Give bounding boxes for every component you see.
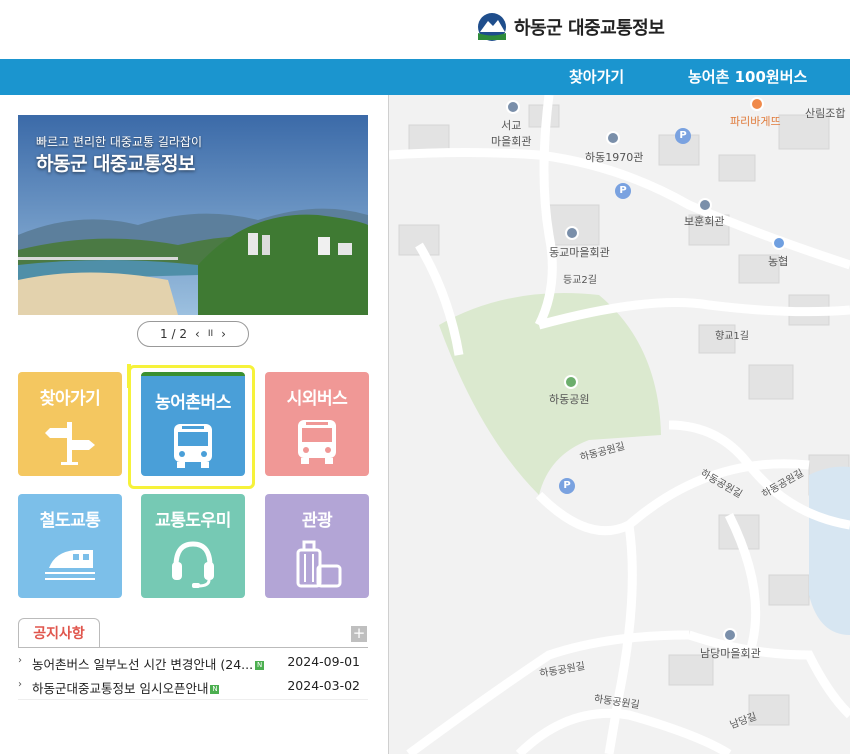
pause-button[interactable]: II bbox=[208, 329, 213, 339]
bank-icon[interactable] bbox=[772, 236, 786, 250]
parking-icon[interactable]: P bbox=[615, 183, 631, 199]
tile-label: 찾아가기 bbox=[39, 389, 101, 409]
tile-intercity-bus[interactable]: 시외버스 bbox=[265, 372, 369, 476]
map-label: 동교마을회관 bbox=[549, 246, 610, 259]
headset-icon bbox=[172, 541, 214, 588]
map-label: 서교 마을회관 bbox=[491, 119, 532, 148]
mountain-logo-icon bbox=[478, 13, 506, 41]
notice-date: 2024-09-01 bbox=[287, 654, 360, 669]
new-badge-icon: N bbox=[255, 661, 265, 670]
tile-find-route[interactable]: 찾아가기 bbox=[18, 372, 122, 476]
map-label: 등교2길 bbox=[563, 275, 597, 286]
map-label: 농협 bbox=[768, 255, 789, 268]
banner-pager: 1 / 2 ‹ II › bbox=[137, 321, 249, 347]
community-center-icon[interactable] bbox=[506, 100, 520, 114]
left-panel: 빠르고 편리한 대중교통 길라잡이 하동군 대중교통정보 1 / 2 ‹ II … bbox=[0, 95, 388, 754]
notice-title: 농어촌버스 일부노선 시간 변경안내 (24... N bbox=[32, 657, 265, 672]
pager-count: 1 / 2 bbox=[160, 327, 187, 341]
nav-find-route[interactable]: 찾아가기 bbox=[569, 59, 624, 95]
new-badge-icon: N bbox=[210, 685, 220, 694]
map-view[interactable]: 서교 마을회관 하동1970관 파리바게뜨 산림조합 P P 보훈회관 동교마을… bbox=[389, 95, 850, 754]
parking-icon[interactable]: P bbox=[559, 478, 575, 494]
map-label: 하동공원 bbox=[549, 393, 590, 406]
header: 하동군 대중교통정보 bbox=[0, 0, 850, 59]
notice-tab[interactable]: 공지사항 bbox=[18, 618, 100, 648]
bakery-icon[interactable] bbox=[750, 97, 764, 111]
map-label: 보훈회관 bbox=[684, 215, 725, 228]
notice-item[interactable]: › 농어촌버스 일부노선 시간 변경안내 (24... N 2024-09-01 bbox=[18, 651, 368, 675]
notice-date: 2024-03-02 bbox=[287, 678, 360, 693]
notice-item[interactable]: › 하동군대중교통정보 임시오픈안내 N 2024-03-02 bbox=[18, 675, 368, 699]
site-logo[interactable]: 하동군 대중교통정보 bbox=[474, 12, 665, 42]
banner-title: 하동군 대중교통정보 bbox=[36, 153, 195, 175]
community-center-icon[interactable] bbox=[723, 628, 737, 642]
notice-title: 하동군대중교통정보 임시오픈안내 N bbox=[32, 681, 220, 696]
chevron-right-icon: › bbox=[18, 655, 22, 666]
signpost-icon bbox=[45, 422, 95, 465]
next-button[interactable]: › bbox=[221, 327, 226, 341]
poi-icon[interactable] bbox=[606, 131, 620, 145]
tile-railway[interactable]: 철도교통 bbox=[18, 494, 122, 598]
map-label: 하동1970관 bbox=[585, 151, 644, 164]
tile-label: 교통도우미 bbox=[155, 511, 231, 531]
tile-label: 시외버스 bbox=[286, 389, 348, 409]
notice-divider bbox=[18, 699, 368, 700]
banner-subtitle: 빠르고 편리한 대중교통 길라잡이 bbox=[36, 135, 203, 149]
train-icon bbox=[45, 550, 95, 580]
luggage-icon bbox=[296, 540, 342, 588]
tile-label: 철도교통 bbox=[39, 511, 101, 531]
tile-rural-bus[interactable]: 농어촌버스 bbox=[141, 372, 245, 476]
community-center-icon[interactable] bbox=[698, 198, 712, 212]
map-label: 향교1길 bbox=[715, 331, 749, 342]
tile-transport-helper[interactable]: 교통도우미 bbox=[141, 494, 245, 598]
nav-bus-100[interactable]: 농어촌 100원버스 bbox=[688, 59, 807, 95]
top-navigation: 찾아가기 농어촌 100원버스 bbox=[0, 59, 850, 95]
bus-icon bbox=[174, 424, 212, 468]
chevron-right-icon: › bbox=[18, 679, 22, 690]
tile-label: 관광 bbox=[301, 511, 333, 531]
parking-icon[interactable]: P bbox=[675, 128, 691, 144]
tile-label: 농어촌버스 bbox=[155, 393, 231, 413]
prev-button[interactable]: ‹ bbox=[195, 327, 200, 341]
bus-icon bbox=[298, 420, 336, 464]
site-title: 하동군 대중교통정보 bbox=[514, 18, 665, 39]
notice-more-button[interactable]: + bbox=[351, 626, 367, 642]
map-label: 파리바게뜨 bbox=[730, 115, 781, 128]
park-icon[interactable] bbox=[564, 375, 578, 389]
banner[interactable]: 빠르고 편리한 대중교통 길라잡이 하동군 대중교통정보 bbox=[18, 115, 368, 315]
community-center-icon[interactable] bbox=[565, 226, 579, 240]
map-label: 남당마을회관 bbox=[700, 647, 761, 660]
tile-tourism[interactable]: 관광 bbox=[265, 494, 369, 598]
map-label: 산림조합 bbox=[805, 107, 846, 120]
notice-divider bbox=[18, 647, 368, 648]
